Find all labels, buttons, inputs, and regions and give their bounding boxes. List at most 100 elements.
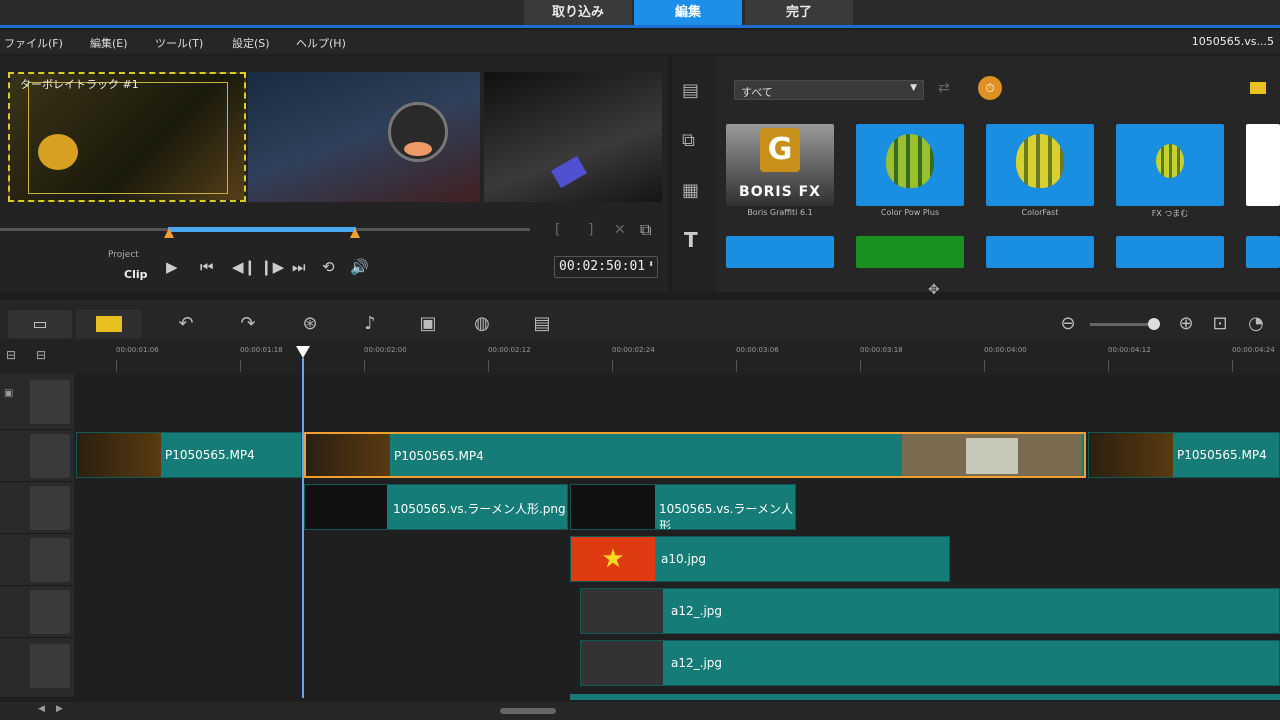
title-library-icon[interactable]: T [684, 228, 698, 252]
ruler-tick [364, 360, 365, 372]
menu-settings[interactable]: 設定(S) [232, 35, 270, 51]
list-view-icon[interactable] [1250, 82, 1266, 94]
preview-frame-1[interactable]: ターボレイトラック #1 [8, 72, 246, 202]
zoom-slider-handle[interactable] [1148, 318, 1160, 330]
repeat-icon[interactable]: ⟲ [322, 258, 335, 276]
menu-edit[interactable]: 編集(E) [90, 35, 128, 51]
split-clip-icon[interactable]: ✕ [614, 222, 626, 238]
go-to-start-icon[interactable]: ⏮ [200, 258, 214, 276]
browse-icon[interactable]: ⏱ [978, 76, 1002, 100]
chapter-point-icon[interactable]: ⊟ [36, 348, 46, 362]
scrollbar-thumb[interactable] [500, 708, 556, 714]
enlarge-preview-icon[interactable]: ⧉ [640, 220, 651, 240]
ruler-tick [860, 360, 861, 372]
project-duration-icon[interactable]: ◔ [1242, 312, 1270, 336]
track-visibility-icon[interactable]: ▣ [4, 388, 13, 399]
track-button[interactable] [30, 434, 70, 478]
tab-share[interactable]: 完了 [745, 0, 853, 25]
scroll-left-icon[interactable]: ◀ [38, 704, 45, 714]
library-item-fx-pinch[interactable] [1116, 124, 1224, 206]
boris-g-icon: G [760, 128, 800, 172]
library-item-row2[interactable] [1246, 236, 1280, 268]
auto-music-icon[interactable]: ▣ [414, 312, 442, 336]
fit-to-window-icon[interactable]: ⊡ [1206, 312, 1234, 336]
project-mode-label[interactable]: Project [108, 250, 139, 260]
playhead-line[interactable] [302, 358, 304, 698]
chevron-down-icon: ▼ [910, 83, 917, 93]
library-item-boris[interactable]: G BORIS FX [726, 124, 834, 206]
trim-end-handle[interactable] [350, 228, 360, 238]
motion-tracking-icon[interactable]: ◍ [468, 312, 496, 336]
ruler-tick-label: 00:00:03:18 [860, 346, 903, 354]
library-item-colorfast[interactable] [986, 124, 1094, 206]
timeline-clip[interactable] [570, 694, 1280, 700]
library-item-row2[interactable] [1116, 236, 1224, 268]
timeline-clip[interactable]: P1050565.MP4 [76, 432, 302, 478]
library-item-row2[interactable] [726, 236, 834, 268]
playhead-handle[interactable] [296, 346, 310, 358]
clip-mode-label[interactable]: Clip [124, 268, 148, 281]
previous-frame-icon[interactable]: ◀❙ [232, 258, 256, 276]
next-frame-icon[interactable]: ❙▶ [260, 258, 284, 276]
library-filter-dropdown[interactable]: すべて ▼ [734, 80, 924, 100]
timeline-scrollbar[interactable]: ◀ ▶ [0, 702, 1280, 720]
ruler-tick [116, 360, 117, 372]
transition-block[interactable] [902, 434, 1082, 476]
menu-file[interactable]: ファイル(F) [4, 35, 63, 51]
track-button[interactable] [30, 590, 70, 634]
timecode-stepper-icon[interactable]: ⬍ [648, 259, 654, 270]
track-button[interactable] [30, 486, 70, 530]
selected-timeline-clip[interactable]: P1050565.MP4 [304, 432, 1086, 478]
volume-icon[interactable]: 🔊 [350, 258, 369, 276]
clip-label: 1050565.vs.ラーメン人形.png [393, 502, 566, 516]
timecode-display[interactable]: 00:02:50:01 ⬍ [554, 256, 658, 278]
trim-range[interactable] [168, 227, 356, 232]
subtitle-editor-icon[interactable]: ▤ [528, 312, 556, 336]
timeline-ruler[interactable]: ⊟ ⊟ 00:00:01:06 00:00:01:18 00:00:02:00 00:… [0, 340, 1280, 374]
track-button[interactable] [30, 644, 70, 688]
timeline-clip[interactable]: 1050565.vs.ラーメン人形 [570, 484, 796, 530]
tab-capture[interactable]: 取り込み [524, 0, 632, 25]
trim-start-handle[interactable] [164, 228, 174, 238]
timeline-clip[interactable]: P1050565.MP4 [1088, 432, 1280, 478]
library-item-label: Boris Graffiti 6.1 [747, 208, 813, 217]
zoom-slider[interactable] [1090, 323, 1156, 326]
track-button[interactable] [30, 538, 70, 582]
balloon-icon [886, 134, 934, 188]
storyboard-view-icon[interactable]: ▭ [8, 310, 72, 338]
scroll-right-icon[interactable]: ▶ [56, 704, 63, 714]
filter-library-icon[interactable]: ▦ [682, 180, 699, 201]
library-item-row2[interactable] [856, 236, 964, 268]
go-to-end-icon[interactable]: ⏭ [292, 258, 306, 276]
tab-edit[interactable]: 編集 [634, 0, 742, 25]
timeline-clip[interactable]: 1050565.vs.ラーメン人形.png [304, 484, 568, 530]
apply-filter-icon[interactable]: ⇄ [938, 80, 950, 96]
undo-icon[interactable]: ↶ [172, 312, 200, 336]
timeline-clip[interactable]: ★ a10.jpg [570, 536, 950, 582]
track-manager-icon[interactable]: ⊟ [6, 348, 16, 362]
library-item-color-pow[interactable] [856, 124, 964, 206]
library-item-partial[interactable] [1246, 124, 1280, 206]
media-library-icon[interactable]: ▤ [682, 80, 699, 101]
track-button[interactable] [30, 380, 70, 424]
timeline-clip[interactable]: a12_.jpg [580, 640, 1280, 686]
zoom-in-icon[interactable]: ⊕ [1172, 312, 1200, 336]
timeline-clip[interactable]: a12_.jpg [580, 588, 1280, 634]
menu-tools[interactable]: ツール(T) [155, 35, 203, 51]
ruler-tick [1108, 360, 1109, 372]
ruler-tick-label: 00:00:04:00 [984, 346, 1027, 354]
mark-in-icon[interactable]: [ [555, 222, 560, 238]
mark-out-icon[interactable]: ] [588, 222, 593, 238]
ruler-tick-label: 00:00:04:24 [1232, 346, 1275, 354]
library-item-row2[interactable] [986, 236, 1094, 268]
zoom-out-icon[interactable]: ⊖ [1054, 312, 1082, 336]
menu-help[interactable]: ヘルプ(H) [296, 35, 346, 51]
play-icon[interactable]: ▶ [166, 258, 178, 276]
transition-library-icon[interactable]: ⧉ [682, 130, 695, 151]
record-capture-icon[interactable]: ⊛ [296, 312, 324, 336]
redo-icon[interactable]: ↷ [234, 312, 262, 336]
panel-resize-handle-icon[interactable]: ✥ [928, 282, 940, 298]
star-icon: ★ [571, 537, 655, 581]
sound-mixer-icon[interactable]: ♪ [356, 312, 384, 336]
timeline-view-icon[interactable] [76, 310, 142, 338]
